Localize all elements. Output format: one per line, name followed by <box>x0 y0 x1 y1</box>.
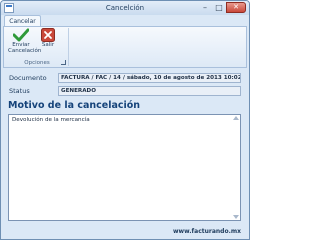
window-close-icon[interactable]: ✕ <box>226 2 246 13</box>
status-label: Status <box>9 87 30 95</box>
send-cancellation-button[interactable]: Enviar Cancelación <box>8 28 42 56</box>
ribbon-group-options: Enviar Cancelación Salir Opciones <box>6 28 69 66</box>
status-field: GENERADO <box>58 86 241 96</box>
website-link[interactable]: www.facturando.mx <box>173 228 241 235</box>
group-label: Opciones <box>24 60 50 66</box>
maximize-icon[interactable]: □ <box>212 2 226 13</box>
document-field: FACTURA / FAC / 14 / sábado, 10 de agost… <box>58 73 241 83</box>
scroll-up-icon[interactable] <box>233 116 239 120</box>
document-label: Documento <box>9 74 47 82</box>
group-launcher-icon[interactable] <box>61 60 66 65</box>
check-icon <box>8 28 34 42</box>
exit-button[interactable]: Salir <box>39 28 57 56</box>
title-bar[interactable]: Cancelción – □ ✕ <box>1 1 249 15</box>
reason-title: Motivo de la cancelación <box>8 100 141 111</box>
send-label-line2: Cancelación <box>8 48 42 54</box>
exit-label: Salir <box>41 42 55 48</box>
ribbon: Enviar Cancelación Salir Opciones <box>3 26 247 68</box>
reason-textarea[interactable]: Devolución de la mercancía <box>8 114 241 221</box>
scroll-down-icon[interactable] <box>233 215 239 219</box>
close-icon <box>39 28 57 42</box>
cancel-window: Cancelción – □ ✕ Cancelar Enviar Cancela… <box>0 0 250 240</box>
tab-cancelar[interactable]: Cancelar <box>4 15 41 26</box>
minimize-icon[interactable]: – <box>198 2 212 13</box>
